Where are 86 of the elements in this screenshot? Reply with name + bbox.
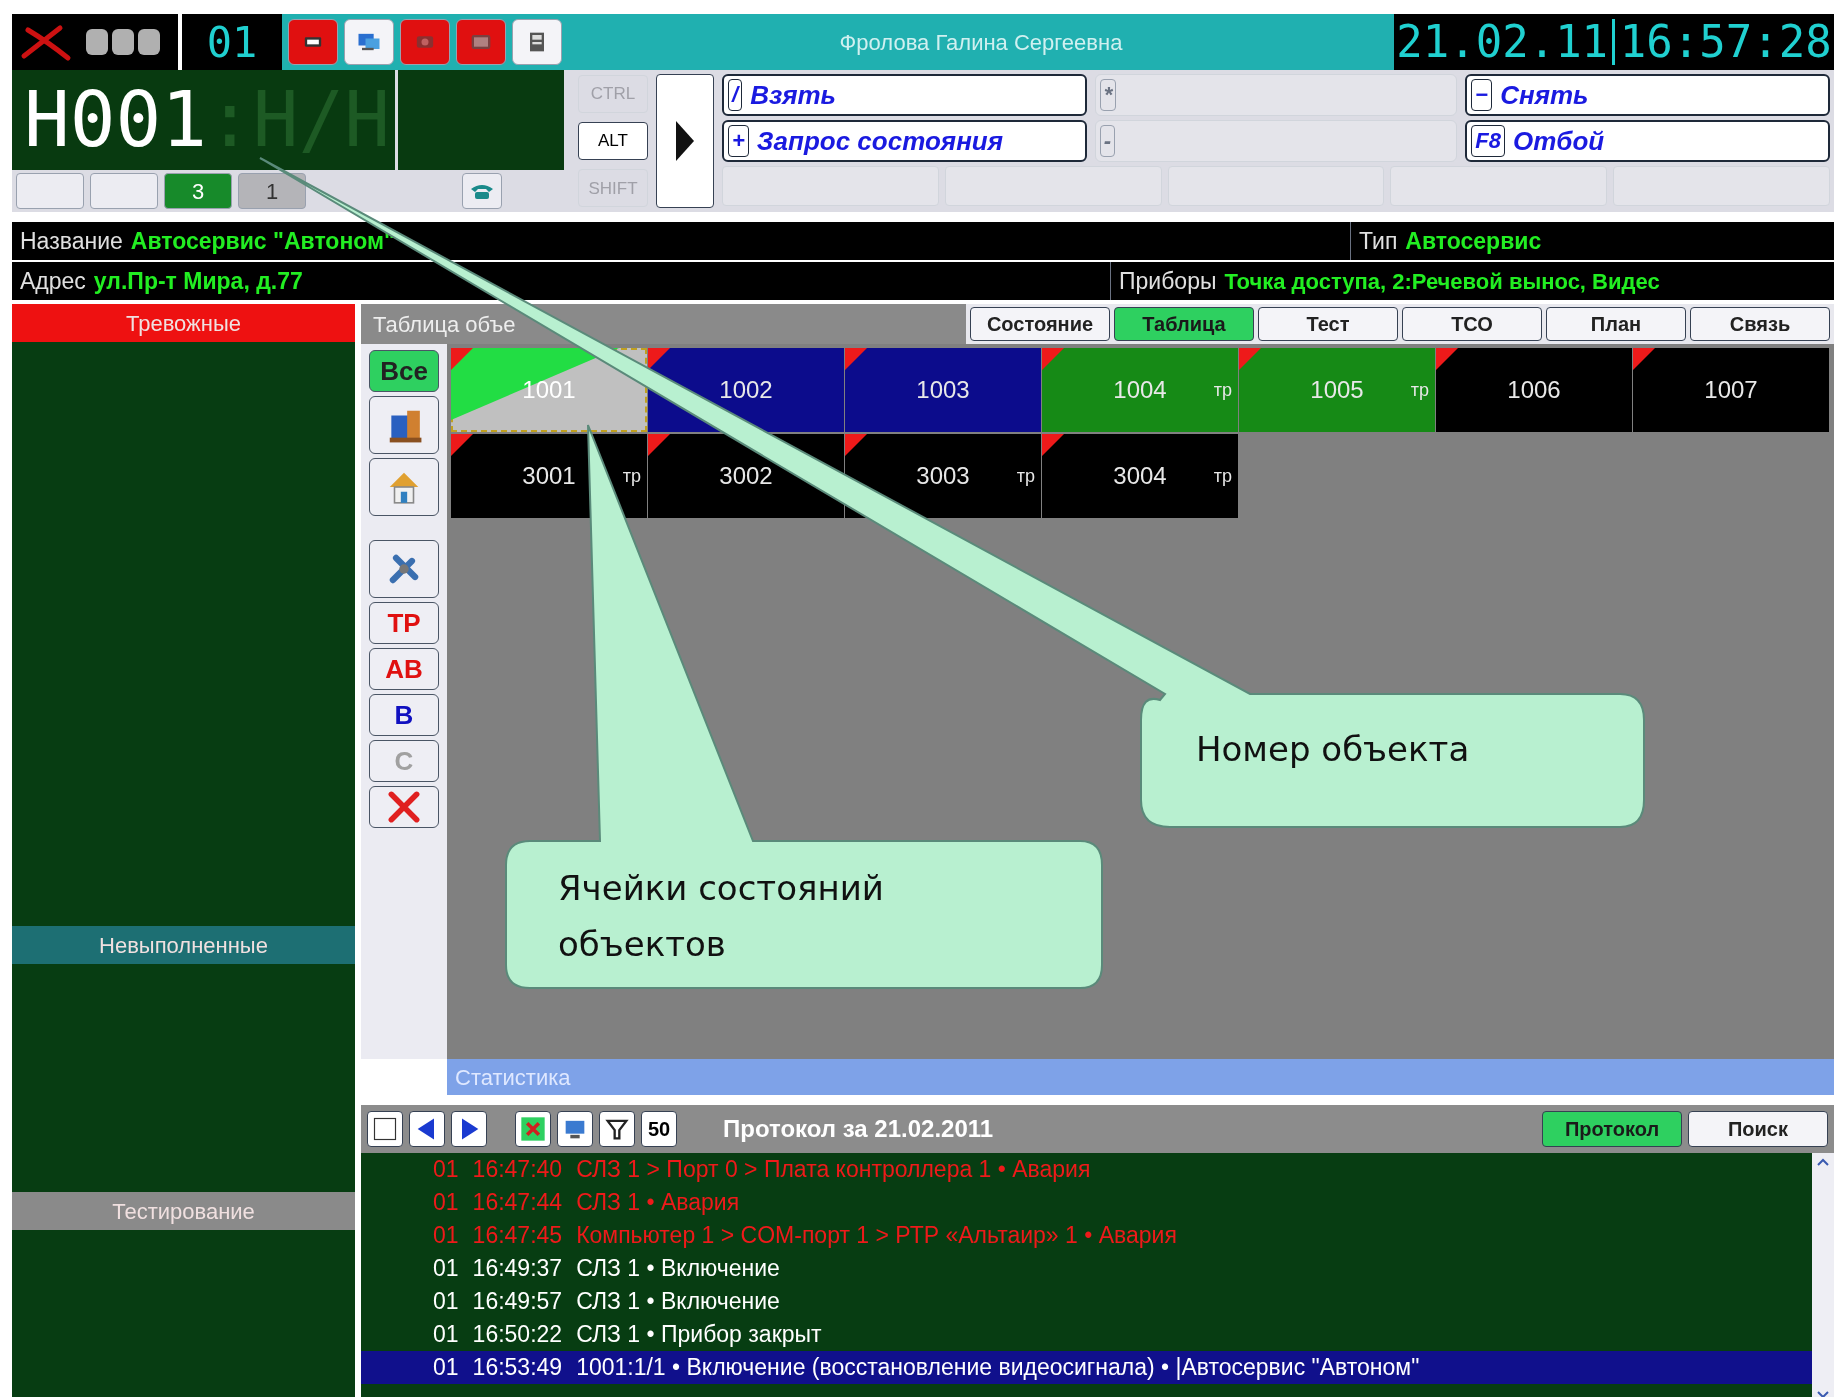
protocol-tool-button[interactable] — [599, 1111, 635, 1147]
date-display: 21.02.11 — [1396, 15, 1609, 69]
object-cell[interactable]: 1004 тр — [1042, 348, 1238, 432]
statistics-bar: Статистика — [447, 1059, 1834, 1095]
object-cell[interactable]: 1007 — [1633, 348, 1829, 432]
object-number: 1004 — [1113, 375, 1167, 405]
address-label: Адрес — [20, 266, 86, 296]
view-tab[interactable]: План — [1546, 307, 1686, 341]
log-entry[interactable]: 01 16:50:22 СЛЗ 1 • Прибор закрыт — [361, 1318, 1812, 1351]
object-number: 3002 — [719, 461, 773, 491]
protocol-tool-button[interactable] — [451, 1111, 487, 1147]
protocol-tool-button[interactable] — [367, 1111, 403, 1147]
devices-label: Приборы — [1119, 266, 1217, 296]
callout-text: Ячейки состояний объектов — [558, 867, 885, 966]
protocol-tab[interactable]: Поиск — [1688, 1111, 1828, 1147]
name-label: Название — [20, 226, 123, 256]
filter-button[interactable] — [369, 458, 439, 516]
table-title: Таблица объе — [372, 310, 517, 339]
type-value: Автосервис — [1405, 226, 1542, 256]
toolbar-button[interactable] — [512, 19, 562, 65]
protocol-tab[interactable]: Протокол — [1542, 1111, 1682, 1147]
object-number: 3001 — [522, 461, 576, 491]
log-entry[interactable]: 01 16:49:37 СЛЗ 1 • Включение — [361, 1252, 1812, 1285]
command-button[interactable]: / Взять — [722, 74, 1087, 116]
object-cell[interactable]: 1003 — [845, 348, 1041, 432]
console-number: 01 — [182, 14, 282, 70]
log-entry[interactable]: 01 16:53:49 1001:1/1 • Включение (восстановление видеосигнала) • |Автосервис "Автоном" — [361, 1351, 1812, 1384]
object-number: 1003 — [916, 375, 970, 405]
view-tab[interactable]: Состояние — [970, 307, 1110, 341]
object-tag: тр — [1213, 462, 1232, 490]
protocol-tool-button[interactable] — [557, 1111, 593, 1147]
object-number: 1007 — [1704, 375, 1758, 405]
protocol-tool-button[interactable] — [409, 1111, 445, 1147]
view-tab[interactable]: Связь — [1690, 307, 1830, 341]
counter-box: 1 — [238, 173, 306, 209]
view-tab[interactable]: ТСО — [1402, 307, 1542, 341]
object-number: 3003 — [916, 461, 970, 491]
counter-box: 3 — [164, 173, 232, 209]
protocol-tool-button[interactable] — [515, 1111, 551, 1147]
play-icon — [676, 121, 694, 161]
play-button[interactable] — [656, 74, 714, 208]
view-tab[interactable]: Таблица — [1114, 307, 1254, 341]
object-number: 1002 — [719, 375, 773, 405]
scroll-up-icon — [1816, 1157, 1830, 1167]
filter-button[interactable] — [369, 786, 439, 828]
scrollbar[interactable] — [1812, 1153, 1834, 1397]
object-number: 1001 — [522, 375, 576, 405]
operator-name: Фролова Галина Сергеевна — [568, 14, 1394, 70]
scroll-down-icon — [1816, 1390, 1830, 1397]
view-tab[interactable]: Тест — [1258, 307, 1398, 341]
toolbar-button[interactable] — [288, 19, 338, 65]
name-value: Автосервис "Автоном" — [130, 226, 395, 256]
callout-text: Номер объекта — [1196, 728, 1470, 771]
object-number: 1005 — [1310, 375, 1364, 405]
object-number: 3004 — [1113, 461, 1167, 491]
object-tag: тр — [1213, 376, 1232, 404]
log-entry[interactable]: 01 16:49:57 СЛЗ 1 • Включение — [361, 1285, 1812, 1318]
phone-button[interactable] — [462, 173, 502, 209]
object-tag: тр — [1016, 462, 1035, 490]
devices-value: Точка доступа, 2:Речевой вынос, Видес — [1224, 267, 1660, 296]
modifier-key[interactable]: ALT — [578, 122, 648, 160]
filter-button[interactable]: АВ — [369, 648, 439, 690]
filter-button[interactable]: Все — [369, 350, 439, 392]
address-value: ул.Пр-т Мира, д.77 — [93, 266, 303, 296]
panel-header[interactable]: Невыполненные — [12, 926, 355, 964]
command-button[interactable]: − Снять — [1465, 74, 1830, 116]
object-number: 1006 — [1507, 375, 1561, 405]
page-size-button[interactable]: 50 — [641, 1111, 677, 1147]
toolbar-button[interactable] — [344, 19, 394, 65]
type-label: Тип — [1359, 226, 1398, 256]
command-button[interactable]: F8 Отбой — [1465, 120, 1830, 162]
filter-off-icon — [519, 1115, 547, 1143]
object-cell[interactable]: 1005 тр — [1239, 348, 1435, 432]
time-display: 16:57:28 — [1619, 15, 1832, 69]
object-cell[interactable]: 3004 тр — [1042, 434, 1238, 518]
command-button[interactable]: + Запрос состояния — [722, 120, 1087, 162]
object-cell[interactable]: 3003 тр — [845, 434, 1041, 518]
object-tag: тр — [1410, 376, 1429, 404]
filter-button[interactable]: В — [369, 694, 439, 736]
filter-button[interactable] — [369, 396, 439, 454]
object-cell[interactable]: 1006 — [1436, 348, 1632, 432]
protocol-title: Протокол за 21.02.2011 — [722, 1114, 995, 1144]
object-tag: тр — [622, 462, 641, 490]
filter-button[interactable]: ТР — [369, 602, 439, 644]
filter-button[interactable] — [369, 540, 439, 598]
cross-icon — [385, 788, 423, 826]
